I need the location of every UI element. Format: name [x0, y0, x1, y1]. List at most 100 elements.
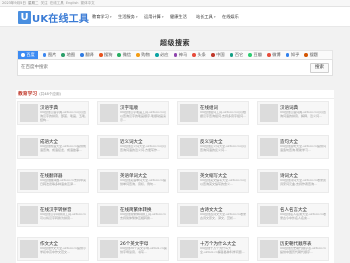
- weekday-text: 星期二: [28, 1, 39, 5]
- topbar-link[interactable]: 在线工具: [50, 1, 64, 5]
- engine-tab[interactable]: 百度: [18, 51, 38, 59]
- engine-tab[interactable]: 微博: [266, 52, 281, 58]
- section-title: 教育学习: [18, 92, 38, 97]
- topbar-link[interactable]: 繁体中文: [81, 1, 95, 5]
- tool-description: UK在线26个英文字母,uktool.cn提供字母读音、书写...: [120, 247, 167, 254]
- engine-label: 购物: [141, 52, 150, 57]
- tool-card[interactable]: 历史朝代顺序表 UK在线历史朝代顺序表,uktool.cn提供中国历代朝代顺序..…: [257, 237, 329, 261]
- engine-tab[interactable]: 豆瓣: [248, 52, 262, 58]
- engine-tab[interactable]: 必应: [154, 52, 169, 58]
- tool-thumbnail: [260, 104, 278, 122]
- tool-description: UK在线简繁体转换工具,uktool.cn支持简体繁体互相转换...: [120, 213, 166, 220]
- engine-tab[interactable]: 头条: [192, 52, 206, 58]
- tool-card[interactable]: 26个英文字母 UK在线26个英文字母,uktool.cn提供字母读音、书写...: [97, 237, 169, 261]
- engine-label: 必应: [160, 52, 169, 57]
- site-logo[interactable]: U UK在线工具: [18, 10, 89, 25]
- nav-item[interactable]: 教育学习: [92, 14, 118, 20]
- tool-card[interactable]: 名人名言大全 UK在线名人名言大全,uktool.cn收录古今中外名人名言...: [257, 203, 329, 227]
- tool-card[interactable]: 造句大全 UK在线造句大全,uktool.cn提供词语造句查询,帮助学习...: [257, 135, 329, 159]
- engine-label: 地图: [66, 52, 76, 57]
- tool-description: UK在线翻译器,uktool.cn支持中英日韩法德等多种语言互译...: [40, 179, 86, 186]
- search-button[interactable]: 搜索: [310, 63, 329, 73]
- tool-thumbnail: [100, 104, 118, 122]
- tool-description: UK在线汉字转拼音工具,uktool.cn可以将汉字转换为拼音...: [40, 213, 86, 220]
- tool-thumbnail: [20, 104, 38, 122]
- tool-description: UK在线汉语词典,uktool.cn可以查询词语的拼音、解释、近义词...: [280, 111, 326, 118]
- tool-thumbnail: [20, 138, 38, 156]
- tool-card[interactable]: 汉字笔顺 UK在线汉字笔画工具,uktool.cn可以查询汉字的笔画顺序,笔顺动画…: [97, 101, 169, 125]
- tool-card[interactable]: 诗词大全 UK在线诗词大全,uktool.cn收录唐诗宋词元曲,支持作者查询...: [257, 169, 329, 193]
- tool-thumbnail: [260, 206, 278, 224]
- tool-thumbnail: [20, 240, 38, 258]
- tool-description: UK在线反义词大全,uktool.cn可以查询词语的反义词...: [200, 145, 246, 152]
- tool-description: UK在线汉字笔画工具,uktool.cn可以查询汉字的笔画顺序,笔顺动画演示..…: [120, 111, 166, 122]
- tool-card[interactable]: 成语大全 UK在线成语大全,uktool.cn提供成语查询、成语接龙、成语故事..…: [17, 135, 89, 159]
- engine-tab[interactable]: 搜题: [304, 52, 318, 58]
- tool-card[interactable]: 在线组词 UK在线组词工具,uktool.cn可以根据汉字查询组词,支持多音字组词…: [177, 101, 249, 125]
- tool-description: UK在线造句大全,uktool.cn提供词语造句查询,帮助学习...: [280, 145, 326, 152]
- tool-card[interactable]: 英语单词大全 UK在线英语单词大全,uktool.cn提供单词查询、音标、例句..…: [97, 169, 169, 193]
- engine-tab[interactable]: 知乎: [285, 52, 299, 58]
- tool-description: UK在线英文缩写大全,uktool.cn可以查询英文缩写的含义...: [200, 179, 246, 186]
- engine-tab[interactable]: 神马: [173, 52, 188, 58]
- tool-card[interactable]: 近义词大全 UK在线近义词大全,uktool.cn可以查询词语的近义词,方便写作.…: [97, 135, 169, 159]
- date-text: 2023年9月5日: [2, 1, 26, 5]
- tool-card[interactable]: 在线汉字转拼音 UK在线汉字转拼音工具,uktool.cn可以将汉字转换为拼音..…: [17, 203, 89, 227]
- engine-icon: [192, 53, 196, 57]
- engine-tab[interactable]: 图片: [42, 52, 56, 58]
- engine-icon: [117, 53, 122, 57]
- main-nav: 教育学习生活服务运用计算健康生活站长工具在线娱乐: [92, 7, 248, 27]
- nav-item[interactable]: 生活服务: [118, 14, 144, 20]
- tool-thumbnail: [180, 138, 198, 156]
- engine-tab[interactable]: 百它: [229, 52, 243, 58]
- tool-thumbnail: [20, 206, 38, 224]
- tool-card[interactable]: 汉语词典 UK在线汉语词典,uktool.cn可以查询词语的拼音、解释、近义词..…: [257, 101, 329, 125]
- tool-thumbnail: [180, 206, 198, 224]
- engine-label: 搜狗: [104, 52, 113, 57]
- nav-item[interactable]: 运用计算: [144, 14, 170, 20]
- tool-description: UK在线近义词大全,uktool.cn可以查询词语的近义词,方便写作...: [120, 145, 166, 152]
- engine-tab[interactable]: 微信: [117, 52, 131, 58]
- tool-card[interactable]: 英文缩写大全 UK在线英文缩写大全,uktool.cn可以查询英文缩写的含义...: [177, 169, 249, 193]
- tool-description: UK在线名人名言大全,uktool.cn收录古今中外名人名言...: [280, 213, 326, 220]
- topbar-link[interactable]: 关注: [41, 1, 48, 5]
- engine-tabs: 百度 图片 地图 翻译 搜狗 微信 购物 必应 神马 头条 中国 百它 豆瓣 微博 知乎 搜题: [17, 50, 333, 59]
- tool-thumbnail: [180, 104, 198, 122]
- engine-label: 中国: [216, 52, 225, 57]
- site-header: U UK在线工具 教育学习生活服务运用计算健康生活站长工具在线娱乐: [0, 7, 350, 27]
- tool-description: UK在线十万个为什么大全,uktool.cn解答各种科学问题...: [200, 247, 245, 254]
- engine-label: 微信: [122, 52, 132, 57]
- top-info-bar: 2023年9月5日 星期二 关注 在线工具 English 繁体中文: [0, 0, 350, 7]
- tool-card[interactable]: 在线翻译器 UK在线翻译器,uktool.cn支持中英日韩法德等多种语言互译...: [17, 169, 89, 193]
- engine-tab[interactable]: 中国: [210, 52, 225, 58]
- section-count: (共48个应用): [39, 92, 61, 96]
- search-title: 超级搜索: [160, 39, 190, 47]
- tool-card[interactable]: 古诗文大全 UK在线古诗文大全,uktool.cn收录古诗文原文、译文、赏析...: [177, 203, 249, 227]
- engine-tab[interactable]: 翻译: [80, 52, 94, 58]
- nav-item[interactable]: 健康生活: [170, 14, 196, 20]
- engine-label: 微博: [272, 52, 281, 57]
- search-input[interactable]: [21, 63, 296, 72]
- nav-item[interactable]: 在线娱乐: [222, 14, 248, 20]
- topbar-link[interactable]: English: [66, 1, 79, 5]
- tool-card[interactable]: 十万个为什么大全 UK在线十万个为什么大全,uktool.cn解答各种科学问题..…: [177, 237, 249, 261]
- tool-thumbnail: [100, 138, 118, 156]
- tool-thumbnail: [100, 206, 118, 224]
- section-header: 教育学习 (共48个应用): [16, 90, 334, 99]
- nav-item[interactable]: 站长工具: [196, 14, 222, 20]
- tool-card[interactable]: 在线简繁体转换 UK在线简繁体转换工具,uktool.cn支持简体繁体互相转换..…: [97, 203, 169, 227]
- engine-tab[interactable]: 地图: [61, 52, 75, 58]
- engine-tab[interactable]: 搜狗: [98, 52, 113, 58]
- engine-icon: [285, 53, 290, 57]
- engine-icon: [80, 53, 84, 57]
- engine-label: 神马: [178, 52, 188, 57]
- tool-card[interactable]: 汉语字典 UK在线汉语字典,uktool.cn可以查询汉字的拼音、部首、笔画、五笔…: [17, 101, 89, 125]
- tool-card[interactable]: 作文大全 UK在线作文大全,uktool.cn提供小学初中高中作文范文...: [17, 237, 89, 261]
- engine-label: 头条: [197, 52, 206, 57]
- tool-description: UK在线成语大全,uktool.cn提供成语查询、成语接龙、成语故事...: [40, 145, 86, 152]
- engine-icon: [98, 53, 103, 57]
- engine-label: 翻译: [85, 52, 94, 57]
- engine-tab[interactable]: 购物: [136, 52, 150, 58]
- engine-icon: [229, 53, 234, 57]
- tool-card[interactable]: 反义词大全 UK在线反义词大全,uktool.cn可以查询词语的反义词...: [177, 135, 249, 159]
